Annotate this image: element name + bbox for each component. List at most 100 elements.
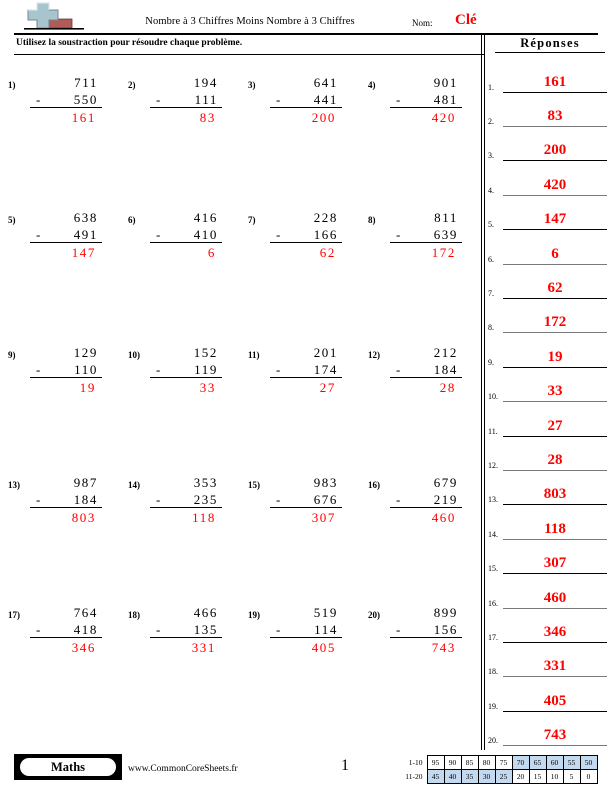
name-value: Clé [455,12,477,28]
problem-row: 9) 129 - 110 19 10) 152 - 119 33 11) 201 - 174 27 12) 21… [0,328,481,400]
subtrahend: 550 [73,92,98,107]
answer-value: 6 [551,245,559,262]
answer-number: 19. [488,701,498,711]
score-cell: 60 [545,755,564,770]
brand-label: Maths [20,758,116,776]
answer-number: 11. [488,426,498,436]
problem-number: 16) [368,480,380,490]
problem-answer: 743 [431,640,456,655]
plus-block-icon [24,2,84,30]
answer-row: 19. 405 [486,677,610,712]
score-cell: 40 [443,769,462,784]
answer-row: 17. 346 [486,608,610,643]
subtrahend: 111 [194,92,218,107]
subtrahend-row: - 481 [390,91,462,108]
answer-number: 1. [488,82,494,92]
answer-number: 18. [488,667,498,677]
minuend: 764 [73,605,98,620]
problem-answer: 346 [71,640,96,655]
problem-number: 8) [368,215,376,225]
problem-number: 17) [8,610,20,620]
score-cell: 20 [511,769,530,784]
answer-number: 10. [488,392,498,402]
answer-value: 460 [543,589,567,606]
answers-heading: Réponses [495,36,605,53]
subtrahend: 676 [313,492,338,507]
minus-operator-icon: - [36,492,42,507]
minus-operator-icon: - [396,92,402,107]
problem-number: 13) [8,480,20,490]
minuend: 679 [433,475,458,490]
minus-operator-icon: - [36,92,42,107]
subtrahend-row: - 219 [390,491,462,508]
answer-number: 12. [488,460,498,470]
subtrahend-row: - 156 [390,621,462,638]
problem-stack: 201 - 174 27 [270,344,342,395]
problem-answer: 62 [319,245,336,260]
problem-stack: 353 - 235 118 [150,474,222,525]
subtrahend-row: - 550 [30,91,102,108]
problem-stack: 901 - 481 420 [390,74,462,125]
problem-row: 5) 638-491 147 6) 416-410 6 7) 228-166 62 8) 811-6… [0,193,481,265]
score-table: 1-10 95 90 85 80 75 70 65 60 55 50 11-20 45 40 35 30 25 2… [399,755,598,784]
subtrahend-row: - 110 [30,361,102,378]
minuend: 228 [313,210,338,225]
problem-answer: 27 [319,380,336,395]
problem-grid: 1) 711 - 550 161 2) 194 - 111 83 3) 641 - 441 200 4) 901… [0,58,481,743]
problem-18: 18) 466 - 135 331 [120,588,238,660]
header-divider [14,33,598,35]
answer-number: 5. [488,220,494,230]
problem-answer: 118 [192,510,216,525]
answer-value: 33 [547,383,563,400]
score-cell: 30 [477,769,496,784]
answer-row: 7. 62 [486,264,610,299]
answer-number: 2. [488,116,494,126]
problem-number: 11) [248,350,260,360]
minuend: 899 [433,605,458,620]
subtrahend: 418 [73,622,98,637]
answer-value: 27 [547,417,563,434]
minuend: 641 [313,75,338,90]
problem-stack: 764 - 418 346 [30,604,102,655]
minuend: 466 [193,605,218,620]
problem-4: 4) 901 - 481 420 [360,58,478,130]
problem-stack: 416 - 410 6 [150,209,222,260]
problem-6: 6) 416 - 410 6 [120,193,238,265]
answer-value: 346 [543,623,567,640]
problem-stack: 152 - 119 33 [150,344,222,395]
minus-operator-icon: - [396,622,402,637]
answer-number: 15. [488,564,498,574]
answer-number: 7. [488,288,494,298]
subtrahend-row: - 119 [150,361,222,378]
problem-row: 13) 987-184 803 14) 353-235 118 15) 983-676 307 1… [0,458,481,530]
problem-stack: 228 - 166 62 [270,209,342,260]
problem-9: 9) 129 - 110 19 [0,328,118,400]
answer-row: 13. 803 [486,471,610,506]
problem-14: 14) 353 - 235 118 [120,458,238,530]
page-number: 1 [341,757,349,774]
subtrahend: 114 [314,622,338,637]
problem-stack: 638 - 491 147 [30,209,102,260]
minuend: 129 [73,345,98,360]
answer-row: 4. 420 [486,161,610,196]
problem-number: 10) [128,350,140,360]
minus-operator-icon: - [156,492,162,507]
answer-row: 12. 28 [486,436,610,471]
problem-number: 9) [8,350,16,360]
answer-number: 14. [488,529,498,539]
subtrahend: 119 [194,362,218,377]
problem-stack: 641 - 441 200 [270,74,342,125]
answer-number: 16. [488,598,498,608]
answer-number: 13. [488,495,498,505]
problem-10: 10) 152 - 119 33 [120,328,238,400]
answer-value: 62 [547,279,563,296]
problem-12: 12) 212 - 184 28 [360,328,478,400]
problem-2: 2) 194 - 111 83 [120,58,238,130]
site-url: www.CommonCoreSheets.fr [128,764,238,774]
problem-stack: 899 - 156 743 [390,604,462,655]
score-row-label: 11-20 [405,772,423,781]
score-cell: 15 [528,769,547,784]
answer-value: 803 [543,486,567,503]
score-key-table: 1-10 95 90 85 80 75 70 65 60 55 50 11-20 45 40 35 30 25 2… [399,755,598,784]
problem-answer: 172 [431,245,456,260]
